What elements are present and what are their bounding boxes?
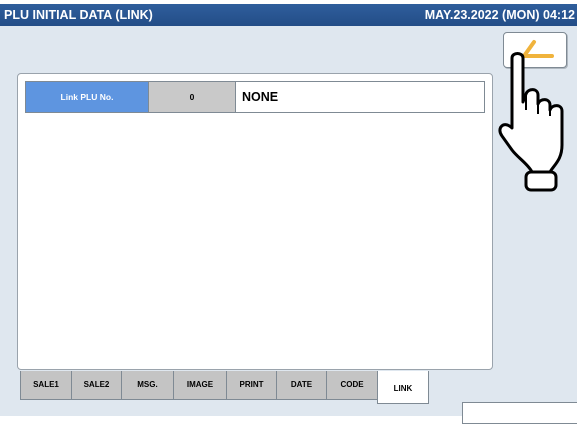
pointing-hand-icon [498,52,564,192]
status-box [462,402,577,424]
window-title: PLU INITIAL DATA (LINK) [4,8,153,22]
tab-print[interactable]: PRINT [226,371,277,400]
tab-code[interactable]: CODE [326,371,378,400]
link-plu-number[interactable]: 0 [149,82,236,112]
tab-link[interactable]: LINK [377,371,429,404]
tab-sale2[interactable]: SALE2 [71,371,122,400]
link-plu-row: Link PLU No. 0 NONE [25,81,485,113]
link-plu-label: Link PLU No. [26,82,149,112]
datetime-display: MAY.23.2022 (MON) 04:12 [424,8,575,22]
tab-image[interactable]: IMAGE [173,371,227,400]
tab-sale1[interactable]: SALE1 [20,371,72,400]
link-panel: Link PLU No. 0 NONE [17,73,493,370]
tab-bar: SALE1 SALE2 MSG. IMAGE PRINT DATE CODE L… [20,371,429,404]
tab-msg[interactable]: MSG. [121,371,174,400]
link-plu-name: NONE [242,90,279,104]
tab-date[interactable]: DATE [276,371,327,400]
title-bar: PLU INITIAL DATA (LINK) MAY.23.2022 (MON… [0,4,577,26]
